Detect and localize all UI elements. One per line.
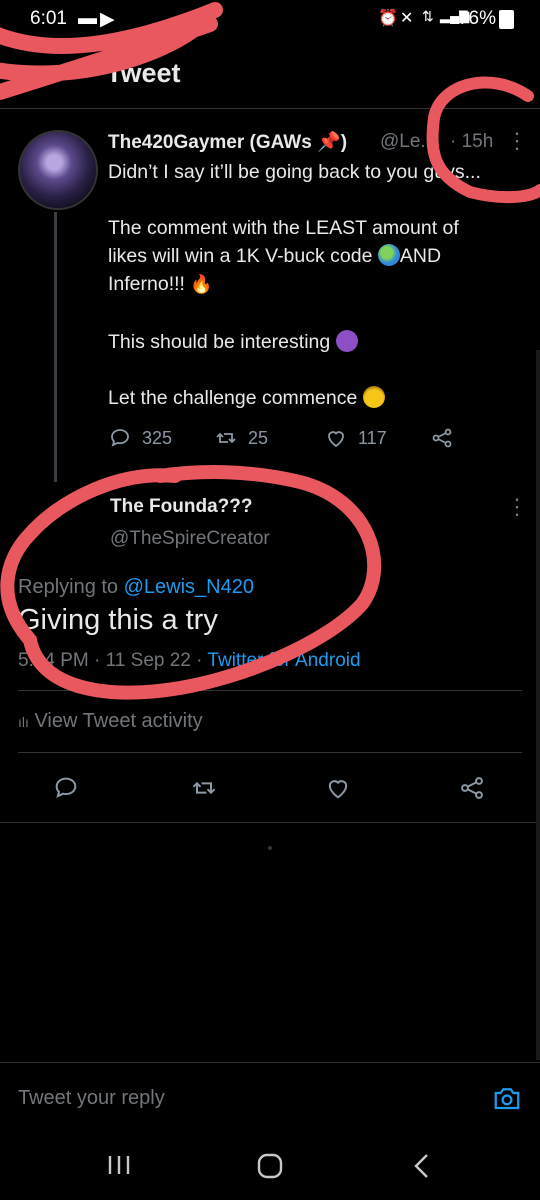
retweet-action[interactable]: 25 [214, 426, 268, 450]
reply-icon [111, 429, 129, 447]
medal-emoji-icon [362, 386, 385, 408]
message-icon: ▬ [78, 8, 97, 29]
replying-to-line: Replying to @Lewis_N420 [18, 576, 254, 598]
divider [0, 822, 540, 823]
retweet-icon [216, 432, 236, 444]
tweet-text-line: Didn’t I say it’ll be going back to you … [108, 161, 481, 183]
heart-icon [328, 780, 348, 799]
back-arrow-icon[interactable]: ← [24, 60, 52, 92]
mute-icon: ✕ [400, 10, 414, 27]
devil-emoji-icon [335, 330, 358, 352]
scrollbar[interactable] [536, 350, 540, 1060]
battery-percent: 76% [457, 8, 496, 29]
divider [18, 752, 522, 753]
heart-icon [328, 431, 344, 448]
like-action[interactable]: 117 [324, 426, 387, 450]
retweet-icon [192, 781, 216, 795]
tweet-text-line: The comment with the LEAST amount of [108, 217, 459, 239]
divider [18, 690, 522, 691]
loading-dot [268, 846, 272, 850]
globe-emoji-icon [377, 244, 400, 266]
reply-author-handle[interactable]: @TheSpireCreator [110, 528, 270, 550]
reply-text: Giving this a try [18, 604, 218, 636]
author-name[interactable]: The420Gaymer (GAWs 📌) [108, 130, 347, 154]
reply-icon [55, 777, 77, 798]
recent-apps-icon[interactable] [106, 1152, 132, 1178]
reply-action[interactable]: 325 [108, 426, 172, 450]
notification-dot-icon: • [196, 8, 203, 29]
like-button[interactable] [324, 774, 352, 807]
share-icon [432, 428, 452, 448]
reply-timestamp: 5:44 PM · 11 Sep 22 · Twitter for Androi… [18, 650, 361, 671]
reply-composer[interactable]: Tweet your reply [0, 1062, 540, 1127]
more-options-icon[interactable]: ⋮ [506, 128, 528, 154]
reply-input[interactable]: Tweet your reply [18, 1087, 165, 1110]
reply-button[interactable] [52, 774, 80, 807]
avatar[interactable] [18, 130, 98, 210]
retweet-button[interactable] [190, 774, 218, 807]
tweet-text-line: likes will win a 1K V-buck code AND [108, 244, 442, 267]
share-action[interactable] [430, 426, 454, 450]
analytics-icon: ılı [18, 714, 29, 730]
tweet-text-line: This should be interesting [108, 328, 358, 356]
back-nav-icon[interactable] [410, 1152, 434, 1180]
tweet-time: · 15h [450, 131, 494, 152]
share-button[interactable] [458, 774, 486, 807]
source-link[interactable]: Twitter for Android [207, 650, 360, 671]
camera-icon[interactable] [492, 1083, 522, 1113]
more-options-icon[interactable]: ⋮ [506, 494, 528, 520]
tweet-text-line: Let the challenge commence [108, 384, 385, 412]
tweet-text-line: Inferno!!! 🔥 [108, 273, 213, 295]
page-title: Tweet [106, 58, 181, 88]
fire-emoji-icon: 🔥 [190, 274, 213, 294]
youtube-icon: ▶ [100, 9, 115, 30]
status-time: 6:01 [30, 8, 67, 29]
top-bar: ← Tweet [0, 44, 540, 109]
home-icon[interactable] [256, 1152, 284, 1180]
battery-icon [499, 10, 514, 29]
like-count: 117 [358, 427, 387, 448]
data-icon: ⇅ [422, 8, 434, 24]
reply-count: 325 [142, 427, 173, 448]
share-icon [461, 777, 483, 799]
system-nav-bar [0, 1128, 540, 1200]
status-bar: 6:01 ▬ ▶ • ⏰ ✕ ⇅ ▂▄▆ 76% [0, 0, 540, 36]
reply-author-name[interactable]: The Founda??? [110, 496, 252, 518]
retweet-count: 25 [248, 427, 269, 448]
mention-link[interactable]: @Lewis_N420 [124, 576, 254, 598]
thread-line [54, 212, 57, 482]
view-activity-button[interactable]: ılı View Tweet activity [18, 710, 203, 733]
alarm-icon: ⏰ [378, 10, 398, 27]
author-handle[interactable]: @Le... [380, 131, 436, 153]
